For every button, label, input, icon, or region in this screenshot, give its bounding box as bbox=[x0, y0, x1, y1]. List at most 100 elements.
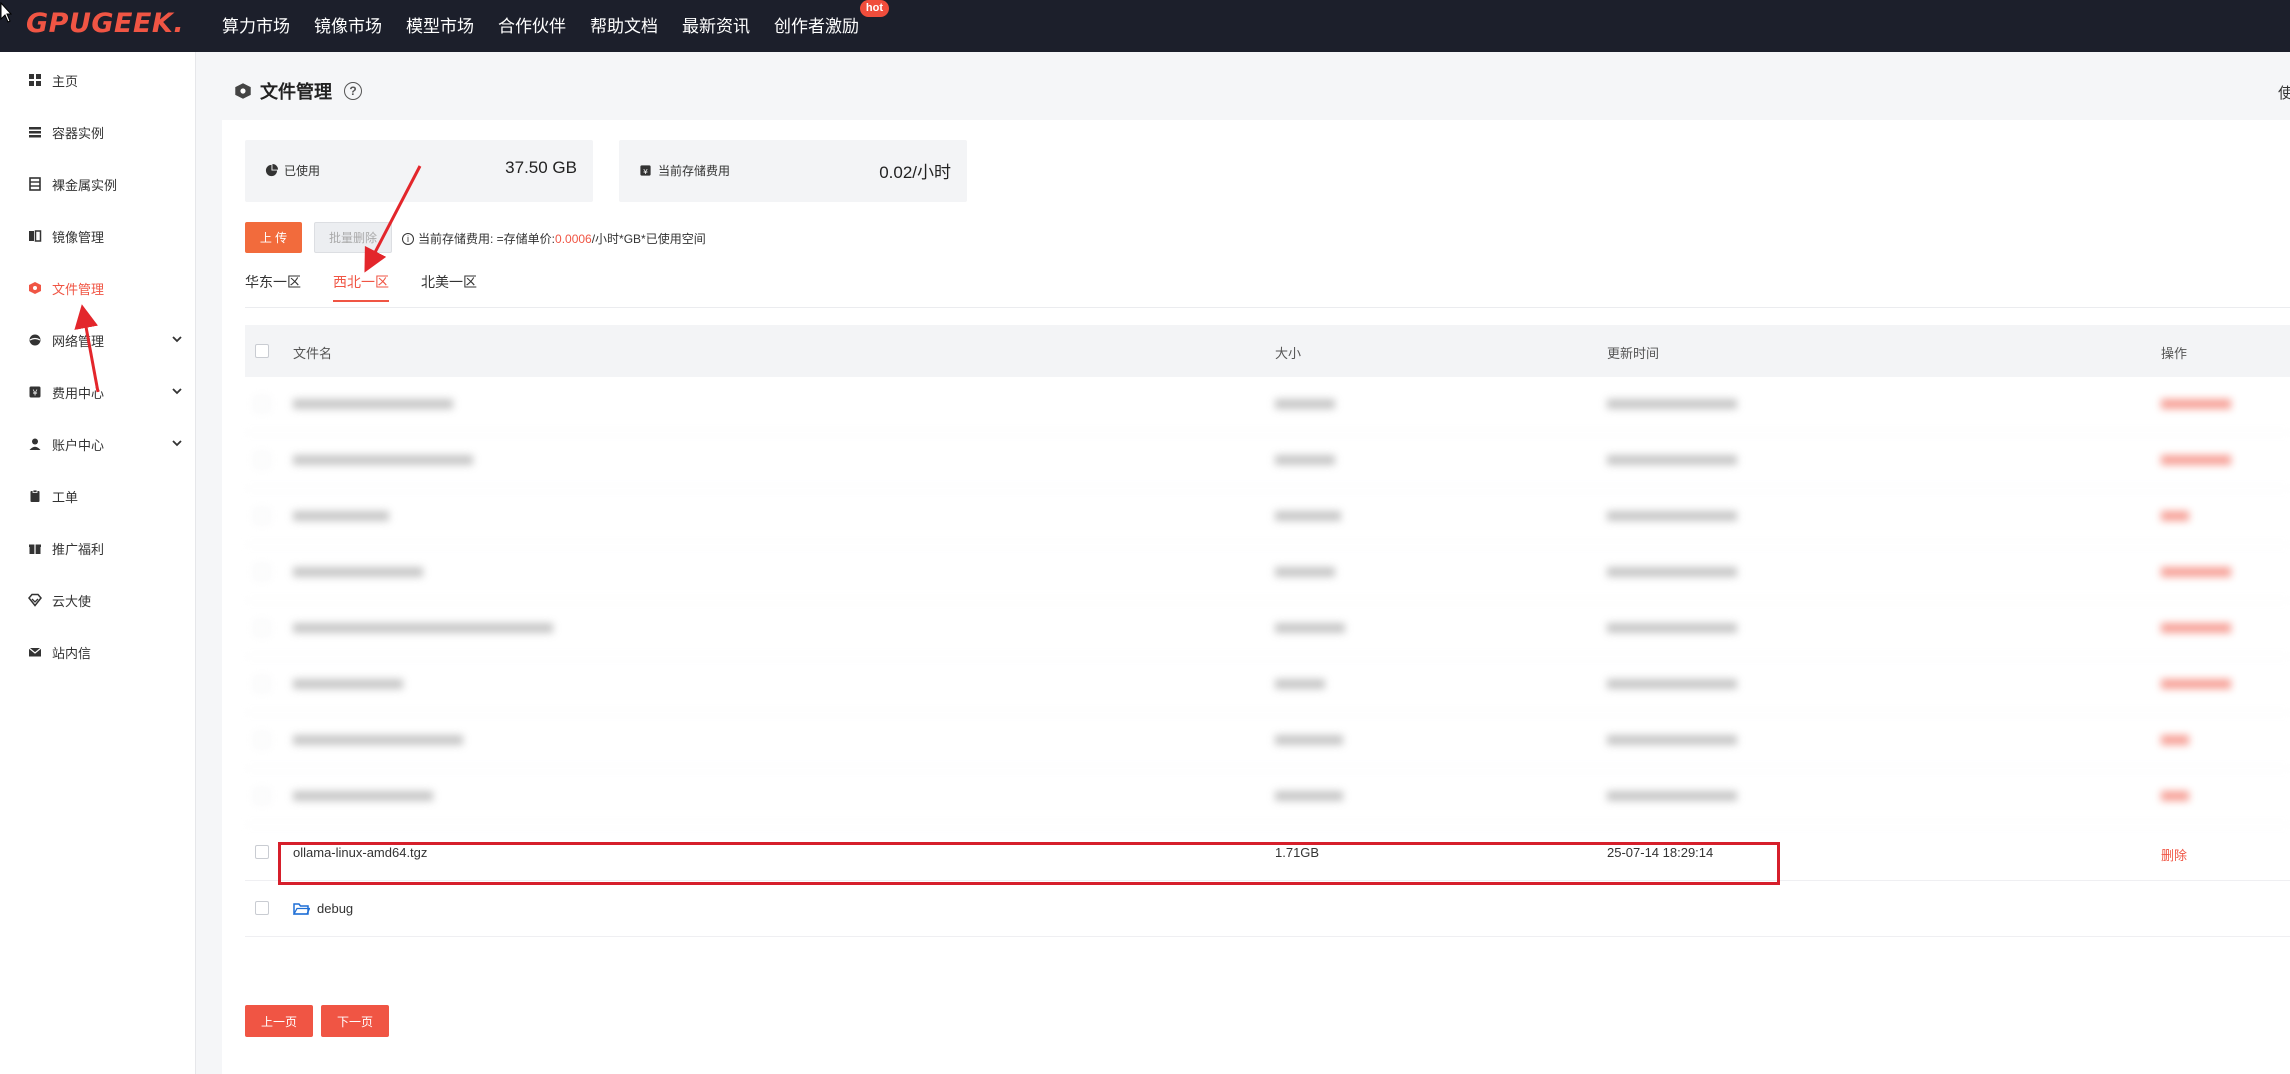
blurred-time bbox=[1607, 511, 1737, 521]
header-updated: 更新时间 bbox=[1607, 346, 1660, 361]
sidebar-item-tickets[interactable]: 工单 bbox=[28, 484, 184, 508]
blurred-actions[interactable] bbox=[2161, 567, 2231, 577]
row-checkbox[interactable] bbox=[255, 621, 269, 635]
row-checkbox[interactable] bbox=[255, 397, 269, 411]
table-row[interactable] bbox=[245, 545, 2290, 601]
sidebar-item-ambassador[interactable]: 云大使 bbox=[28, 588, 184, 612]
table-row[interactable] bbox=[245, 601, 2290, 657]
network-icon bbox=[29, 334, 41, 346]
storage-cost-hint: i 当前存储费用: =存储单价: 0.0006 /小时*GB*已使用空间 bbox=[402, 230, 706, 247]
page-header: 文件管理 ? bbox=[234, 76, 362, 106]
page-title: 文件管理 bbox=[260, 82, 332, 102]
blurred-size bbox=[1275, 791, 1343, 801]
nav-help-docs[interactable]: 帮助文档 bbox=[590, 12, 658, 37]
table-row[interactable]: ollama-linux-amd64.tgz 1.71GB 25-07-14 1… bbox=[245, 825, 2290, 881]
sidebar-label: 站内信 bbox=[52, 645, 92, 661]
table-row[interactable] bbox=[245, 657, 2290, 713]
select-all-checkbox[interactable] bbox=[255, 344, 269, 358]
blurred-actions[interactable] bbox=[2161, 791, 2189, 801]
chevron-down-icon[interactable] bbox=[170, 436, 184, 450]
sidebar-label: 文件管理 bbox=[52, 281, 105, 297]
file-name[interactable]: ollama-linux-amd64.tgz bbox=[293, 845, 427, 860]
next-page-button[interactable]: 下一页 bbox=[321, 1005, 389, 1037]
table-row[interactable] bbox=[245, 433, 2290, 489]
help-icon[interactable]: ? bbox=[344, 82, 362, 100]
table-row[interactable] bbox=[245, 377, 2290, 433]
svg-text:¥: ¥ bbox=[32, 389, 37, 398]
hint-prefix: 当前存储费用: =存储单价: bbox=[418, 232, 556, 246]
mail-icon bbox=[28, 647, 42, 657]
chevron-down-icon[interactable] bbox=[170, 332, 184, 346]
blurred-size bbox=[1275, 567, 1335, 577]
table-row[interactable]: debug bbox=[245, 881, 2290, 937]
file-icon bbox=[29, 282, 41, 294]
delete-link[interactable]: 删除 bbox=[2161, 845, 2187, 864]
top-navbar: GPUGEEK. 算力市场 镜像市场 模型市场 合作伙伴 帮助文档 最新资讯 创… bbox=[0, 0, 2290, 52]
blurred-filename bbox=[293, 455, 473, 465]
row-checkbox[interactable] bbox=[255, 789, 269, 803]
blurred-actions[interactable] bbox=[2161, 735, 2189, 745]
row-checkbox[interactable] bbox=[255, 845, 269, 859]
main-content: 文件管理 ? 使 已使用 37.50 GB ¥ 当前存储费用 0.02/小时 上… bbox=[222, 76, 2290, 1074]
tab-east-china-1[interactable]: 华东一区 bbox=[245, 272, 301, 302]
brand-logo[interactable]: GPUGEEK. bbox=[26, 8, 184, 39]
sidebar-item-containers[interactable]: 容器实例 bbox=[28, 120, 184, 144]
table-row[interactable] bbox=[245, 713, 2290, 769]
row-checkbox[interactable] bbox=[255, 677, 269, 691]
truncated-text: 使 bbox=[2278, 85, 2290, 102]
nav-partners[interactable]: 合作伙伴 bbox=[498, 12, 566, 37]
blurred-actions[interactable] bbox=[2161, 679, 2231, 689]
blurred-time bbox=[1607, 679, 1737, 689]
sidebar-label: 容器实例 bbox=[52, 125, 105, 141]
stat-cost: ¥ 当前存储费用 0.02/小时 bbox=[619, 140, 967, 202]
sidebar-item-account[interactable]: 账户中心 bbox=[28, 432, 184, 456]
row-checkbox[interactable] bbox=[255, 901, 269, 915]
sidebar-label: 裸金属实例 bbox=[52, 177, 118, 193]
row-checkbox[interactable] bbox=[255, 733, 269, 747]
nav-image-market[interactable]: 镜像市场 bbox=[314, 12, 382, 37]
folder-name: debug bbox=[317, 901, 354, 916]
chevron-down-icon[interactable] bbox=[170, 384, 184, 398]
stat-used-value: 37.50 GB bbox=[505, 158, 577, 177]
blurred-actions[interactable] bbox=[2161, 455, 2231, 465]
sidebar-label: 云大使 bbox=[52, 593, 92, 609]
folder-entry[interactable]: debug bbox=[293, 901, 353, 916]
sidebar-item-billing[interactable]: ¥ 费用中心 bbox=[28, 380, 184, 404]
blurred-actions[interactable] bbox=[2161, 399, 2231, 409]
row-checkbox[interactable] bbox=[255, 453, 269, 467]
prev-page-button[interactable]: 上一页 bbox=[245, 1005, 313, 1037]
nav-news[interactable]: 最新资讯 bbox=[682, 12, 750, 37]
header-size: 大小 bbox=[1275, 346, 1302, 361]
image-icon bbox=[29, 230, 42, 242]
blurred-time bbox=[1607, 399, 1737, 409]
table-row[interactable] bbox=[245, 489, 2290, 545]
blurred-filename bbox=[293, 399, 453, 409]
blurred-actions[interactable] bbox=[2161, 623, 2231, 633]
blurred-actions[interactable] bbox=[2161, 511, 2189, 521]
nav-creator-incentive[interactable]: 创作者激励 hot bbox=[774, 0, 889, 37]
table-row[interactable] bbox=[245, 769, 2290, 825]
hot-badge: hot bbox=[859, 0, 889, 17]
top-nav: 算力市场 镜像市场 模型市场 合作伙伴 帮助文档 最新资讯 创作者激励 hot bbox=[222, 0, 889, 37]
sidebar-item-messages[interactable]: 站内信 bbox=[28, 640, 184, 664]
row-checkbox[interactable] bbox=[255, 509, 269, 523]
tab-north-america-1[interactable]: 北美一区 bbox=[421, 272, 477, 302]
stat-cost-label: ¥ 当前存储费用 bbox=[639, 162, 730, 179]
blurred-size bbox=[1275, 511, 1341, 521]
sidebar-item-network[interactable]: 网络管理 bbox=[28, 328, 184, 352]
sidebar-item-promotion[interactable]: 推广福利 bbox=[28, 536, 184, 560]
tab-northwest-1[interactable]: 西北一区 bbox=[333, 272, 389, 302]
sidebar-item-home[interactable]: 主页 bbox=[28, 68, 184, 92]
sidebar-item-images[interactable]: 镜像管理 bbox=[28, 224, 184, 248]
stat-used: 已使用 37.50 GB bbox=[245, 140, 593, 202]
row-checkbox[interactable] bbox=[255, 565, 269, 579]
nav-model-market[interactable]: 模型市场 bbox=[406, 12, 474, 37]
sidebar-item-bare-metal[interactable]: 裸金属实例 bbox=[28, 172, 184, 196]
nav-compute-market[interactable]: 算力市场 bbox=[222, 12, 290, 37]
diamond-icon bbox=[28, 593, 42, 607]
batch-delete-button[interactable]: 批量删除 bbox=[314, 222, 392, 253]
sidebar-item-files[interactable]: 文件管理 bbox=[28, 276, 184, 300]
header-operations: 操作 bbox=[2161, 346, 2188, 361]
upload-button[interactable]: 上 传 bbox=[245, 222, 302, 253]
file-panel: 已使用 37.50 GB ¥ 当前存储费用 0.02/小时 上 传 批量删除 i… bbox=[222, 120, 2290, 1074]
